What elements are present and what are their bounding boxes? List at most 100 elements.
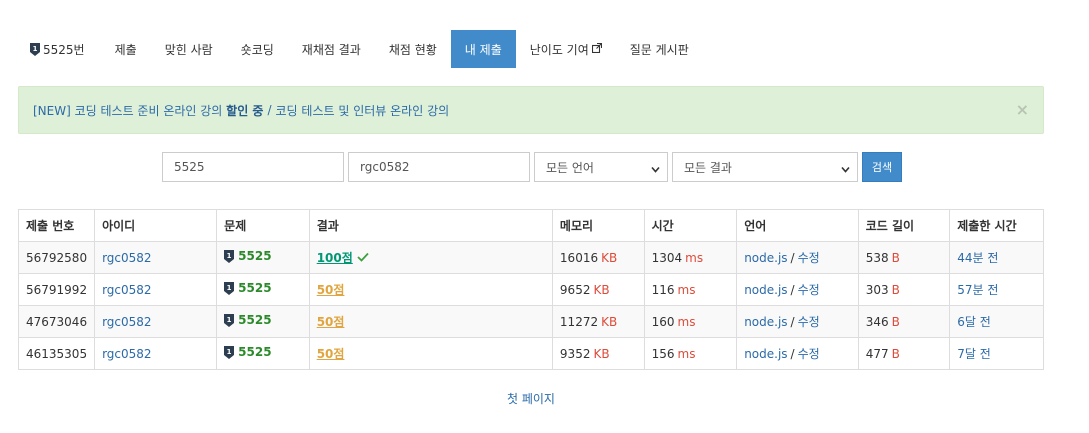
- nav-solved-users[interactable]: 맞힌 사람: [151, 30, 227, 68]
- time-cell: 156 ms: [643, 337, 738, 370]
- language-link[interactable]: node.js: [744, 347, 787, 361]
- memory-cell: 9352 KB: [551, 337, 645, 370]
- chevron-down-icon: [841, 163, 850, 177]
- user-link[interactable]: rgc0582: [102, 283, 151, 297]
- tier-badge-icon: 1: [224, 281, 235, 295]
- first-page-link[interactable]: 첫 페이지: [507, 392, 555, 406]
- nav-qna-board[interactable]: 질문 게시판: [616, 30, 703, 68]
- table-header-row: 제출 번호 아이디 문제 결과 메모리 시간 언어 코드 길이 제출한 시간: [17, 209, 1044, 242]
- submission-id: 56791992: [17, 273, 96, 306]
- time-unit: ms: [685, 250, 704, 265]
- nav-problem-number[interactable]: 1 5525번: [18, 30, 101, 68]
- user-link[interactable]: rgc0582: [102, 347, 151, 361]
- nav-short-coding[interactable]: 숏코딩: [227, 30, 288, 68]
- header-user: 아이디: [94, 209, 218, 242]
- nav-difficulty-contribution[interactable]: 난이도 기여: [516, 30, 616, 68]
- header-result: 결과: [308, 209, 553, 242]
- check-icon: [357, 251, 369, 265]
- memory-unit: KB: [601, 250, 618, 265]
- problem-id-input[interactable]: 5525: [162, 152, 344, 182]
- memory-cell: 16016 KB: [551, 241, 645, 274]
- tier-badge-icon: 1: [224, 313, 235, 327]
- memory-unit: KB: [601, 314, 618, 329]
- memory-value: 11272: [559, 314, 599, 329]
- nav-my-submissions[interactable]: 내 제출: [450, 30, 516, 68]
- svg-text:1: 1: [227, 252, 232, 260]
- edit-link[interactable]: 수정: [798, 315, 820, 329]
- code-length-unit: B: [891, 314, 900, 329]
- memory-value: 9352: [559, 346, 591, 361]
- edit-link[interactable]: 수정: [798, 347, 820, 361]
- problem-link[interactable]: 1 5525: [224, 345, 272, 360]
- user-id-input[interactable]: rgc0582: [348, 152, 530, 182]
- result-link[interactable]: 50점: [317, 283, 345, 297]
- submission-table: 제출 번호 아이디 문제 결과 메모리 시간 언어 코드 길이 제출한 시간 5…: [17, 209, 1044, 370]
- chevron-down-icon: [651, 163, 660, 177]
- memory-value: 16016: [559, 250, 599, 265]
- tier-badge-icon: 1: [30, 42, 40, 56]
- code-length-unit: B: [891, 346, 900, 361]
- time-unit: ms: [677, 314, 696, 329]
- nav-rejudge-results[interactable]: 재채점 결과: [288, 30, 375, 68]
- table-row: 46135305 rgc0582 1 5525 50점 9352 KB 156 ms …: [17, 337, 1044, 370]
- submitted-time-link[interactable]: 7달 전: [957, 347, 991, 361]
- problem-link[interactable]: 1 5525: [224, 281, 272, 296]
- code-length-cell: 538 B: [857, 241, 951, 274]
- header-submission-id: 제출 번호: [17, 209, 96, 242]
- table-row: 47673046 rgc0582 1 5525 50점 11272 KB 160 ms…: [17, 305, 1044, 338]
- close-icon[interactable]: ×: [1016, 100, 1029, 119]
- language-link[interactable]: node.js: [744, 283, 787, 297]
- status-search-form: 5525 rgc0582 모든 언어 모든 결과 검색: [162, 152, 902, 182]
- nav-difficulty-label: 난이도 기여: [529, 42, 589, 57]
- search-button[interactable]: 검색: [862, 152, 902, 182]
- edit-link[interactable]: 수정: [798, 283, 820, 297]
- promo-separator: /: [267, 103, 272, 117]
- language-cell: node.js / 수정: [736, 241, 859, 274]
- problem-number: 5525: [238, 345, 272, 360]
- problem-link[interactable]: 1 5525: [224, 313, 272, 328]
- submitted-time-link[interactable]: 6달 전: [957, 315, 991, 329]
- nav-submit[interactable]: 제출: [101, 30, 151, 68]
- result-link[interactable]: 50점: [317, 315, 345, 329]
- problem-number: 5525: [238, 281, 272, 296]
- problem-number: 5525: [238, 313, 272, 328]
- pagination: 첫 페이지: [0, 390, 1062, 407]
- code-length-value: 477: [865, 346, 889, 361]
- user-link[interactable]: rgc0582: [102, 315, 151, 329]
- language-link[interactable]: node.js: [744, 315, 787, 329]
- submission-id: 46135305: [17, 337, 96, 370]
- submitted-time-link[interactable]: 44분 전: [957, 251, 998, 265]
- result-select[interactable]: 모든 결과: [672, 152, 858, 182]
- code-length-value: 303: [865, 282, 889, 297]
- language-select[interactable]: 모든 언어: [534, 152, 668, 182]
- nav-problem-label: 5525번: [43, 42, 85, 57]
- language-cell: node.js / 수정: [736, 305, 859, 338]
- code-length-unit: B: [891, 250, 900, 265]
- user-link[interactable]: rgc0582: [102, 251, 151, 265]
- svg-text:1: 1: [227, 316, 232, 324]
- table-row: 56791992 rgc0582 1 5525 50점 9652 KB 116 ms …: [17, 273, 1044, 306]
- tier-badge-icon: 1: [224, 249, 235, 263]
- time-value: 156: [651, 346, 675, 361]
- nav-status[interactable]: 채점 현황: [375, 30, 451, 68]
- table-row: 56792580 rgc0582 1 5525 100점 16016 KB 1304…: [17, 241, 1044, 274]
- result-link[interactable]: 50점: [317, 347, 345, 361]
- header-language: 언어: [736, 209, 859, 242]
- promo-alert: [NEW] 코딩 테스트 준비 온라인 강의 할인 중 / 코딩 테스트 및 인…: [18, 86, 1044, 134]
- header-time: 시간: [643, 209, 738, 242]
- svg-text:1: 1: [33, 45, 38, 53]
- problem-link[interactable]: 1 5525: [224, 249, 272, 263]
- language-link[interactable]: node.js: [744, 251, 787, 265]
- time-cell: 116 ms: [643, 273, 738, 306]
- submitted-time-link[interactable]: 57분 전: [957, 283, 998, 297]
- external-link-icon: [591, 42, 602, 56]
- code-length-cell: 346 B: [857, 305, 951, 338]
- promo-link-interview[interactable]: 코딩 테스트 및 인터뷰 온라인 강의: [276, 102, 450, 119]
- result-link[interactable]: 100점: [317, 251, 353, 265]
- code-length-cell: 303 B: [857, 273, 951, 306]
- promo-link-course[interactable]: [NEW] 코딩 테스트 준비 온라인 강의 할인 중: [33, 102, 263, 119]
- memory-unit: KB: [593, 282, 610, 297]
- submission-id: 47673046: [17, 305, 96, 338]
- code-length-value: 538: [865, 250, 889, 265]
- edit-link[interactable]: 수정: [798, 251, 820, 265]
